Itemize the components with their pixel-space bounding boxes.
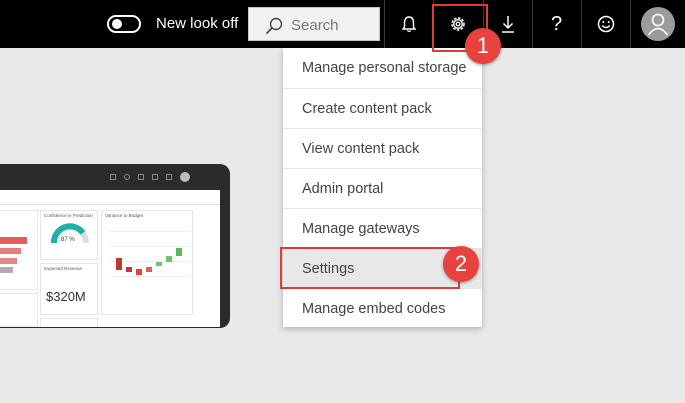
gauge-value: 87 %: [61, 237, 75, 243]
expected-revenue-tile: Expected Revenue $320M: [40, 263, 98, 315]
confidence-title: Confidence in Prediction: [44, 213, 93, 218]
new-look-toggle[interactable]: [107, 15, 141, 33]
bell-icon: [401, 16, 416, 33]
small-tile: [40, 318, 98, 327]
bar-tile: [0, 210, 38, 290]
menu-item-manage-embed-codes[interactable]: Manage embed codes: [283, 288, 482, 328]
download-icon: [501, 16, 514, 33]
menu-item-create-content-pack[interactable]: Create content pack: [283, 88, 482, 128]
menu-item-admin-portal[interactable]: Admin portal: [283, 168, 482, 208]
thumbnail-header: [0, 190, 220, 205]
help-icon: ?: [550, 12, 563, 35]
toggle-knob: [112, 19, 122, 29]
expected-revenue-value: $320M: [46, 289, 86, 304]
user-avatar[interactable]: [641, 7, 675, 41]
feedback-button[interactable]: [581, 0, 629, 48]
settings-highlight-box: [280, 247, 460, 289]
help-button[interactable]: ?: [532, 0, 580, 48]
callout-badge-1: 1: [465, 28, 501, 64]
expected-revenue-title: Expected Revenue: [44, 266, 83, 271]
menu-item-manage-personal-storage[interactable]: Manage personal storage: [283, 48, 482, 88]
variance-title: Variance to Budget: [105, 213, 143, 218]
callout-badge-2: 2: [443, 246, 479, 282]
thumbnail-screen: Confidence in Prediction 87 % Expected R…: [0, 190, 220, 327]
new-look-label: New look off: [156, 15, 239, 32]
thumbnail-toolbar: [110, 172, 190, 182]
search-icon: [265, 17, 283, 35]
small-tile: [0, 293, 38, 327]
smiley-icon: [597, 15, 614, 33]
notifications-button[interactable]: [384, 0, 432, 48]
dashboard-thumbnail: Confidence in Prediction 87 % Expected R…: [0, 164, 230, 328]
variance-tile: Variance to Budget: [101, 210, 193, 315]
user-avatar-icon: [647, 13, 669, 36]
menu-item-manage-gateways[interactable]: Manage gateways: [283, 208, 482, 248]
confidence-tile: Confidence in Prediction 87 %: [40, 210, 98, 260]
search-box[interactable]: Search: [248, 7, 380, 41]
menu-item-view-content-pack[interactable]: View content pack: [283, 128, 482, 168]
top-bar: New look off Search ?: [0, 0, 685, 48]
search-placeholder: Search: [291, 17, 339, 34]
